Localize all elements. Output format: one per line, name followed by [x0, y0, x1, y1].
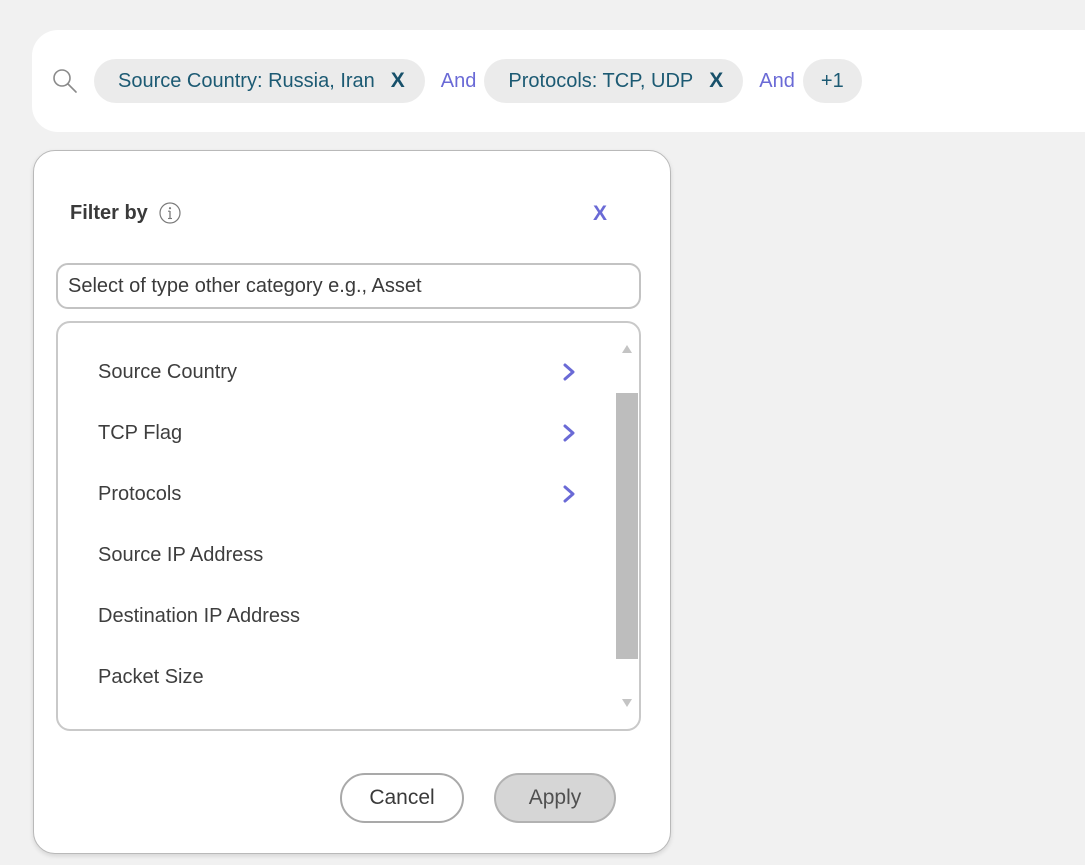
list-item-destination-ip-address[interactable]: Destination IP Address — [98, 596, 588, 636]
list-item-protocols[interactable]: Protocols — [98, 474, 588, 514]
list-item-label: Packet Size — [98, 665, 204, 688]
list-item-tcp-flag[interactable]: TCP Flag — [98, 413, 588, 453]
remove-chip-button[interactable]: X — [391, 69, 405, 93]
scroll-thumb[interactable] — [616, 393, 638, 659]
list-item-label: TCP Flag — [98, 421, 183, 444]
conjunction-label: And — [759, 69, 795, 92]
filter-chip-protocols[interactable]: Protocols: TCP, UDP X — [484, 59, 744, 103]
list-item-source-ip-address[interactable]: Source IP Address — [98, 535, 588, 575]
filter-chip-label: Protocols: TCP, UDP — [508, 69, 694, 92]
search-icon[interactable] — [52, 68, 78, 94]
list-item-label: Protocols — [98, 482, 182, 505]
list-item-source-country[interactable]: Source Country — [98, 352, 588, 392]
panel-title: Filter by — [70, 201, 148, 224]
chevron-right-icon — [563, 424, 575, 442]
filter-chip-label: Source Country: Russia, Iran — [118, 69, 375, 92]
chevron-right-icon — [563, 363, 575, 381]
scroll-up-icon — [622, 345, 632, 353]
category-search-input[interactable] — [56, 263, 641, 309]
scroll-up-button[interactable] — [614, 339, 639, 359]
scroll-down-button[interactable] — [614, 693, 639, 713]
info-icon[interactable] — [158, 201, 182, 225]
list-scrollbar[interactable] — [614, 339, 639, 715]
close-panel-button[interactable]: X — [593, 202, 607, 226]
apply-button[interactable]: Apply — [494, 773, 616, 823]
remove-chip-button[interactable]: X — [709, 69, 723, 93]
list-item-label: Source Country — [98, 360, 237, 383]
filter-panel: Filter by X Source Country TCP Flag Prot… — [33, 150, 671, 854]
list-item-label: Source IP Address — [98, 543, 264, 566]
conjunction-label: And — [440, 69, 477, 92]
filter-bar: Source Country: Russia, Iran X And Proto… — [32, 30, 1085, 132]
cancel-button[interactable]: Cancel — [340, 773, 464, 823]
more-filters-chip[interactable]: +1 — [802, 59, 862, 103]
panel-header: Filter by — [70, 201, 182, 225]
scroll-down-icon — [622, 699, 632, 707]
list-item-packet-size[interactable]: Packet Size — [98, 657, 588, 697]
chevron-right-icon — [563, 485, 575, 503]
list-item-label: Destination IP Address — [98, 604, 300, 627]
category-list: Source Country TCP Flag Protocols Source… — [56, 321, 641, 731]
filter-chip-source-country[interactable]: Source Country: Russia, Iran X — [94, 59, 425, 103]
